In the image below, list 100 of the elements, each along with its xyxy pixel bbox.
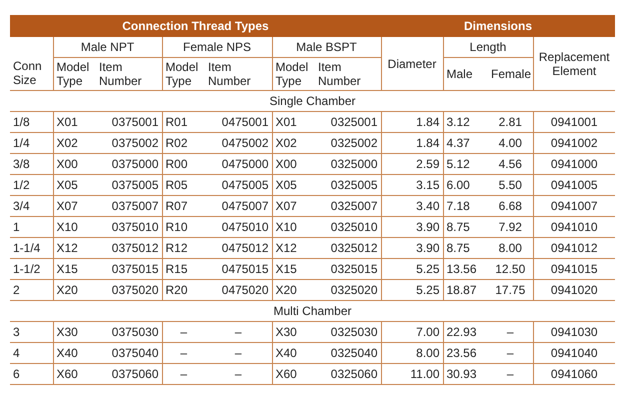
- table-cell: 0325007: [315, 196, 381, 216]
- table-cell: 0325020: [315, 280, 381, 300]
- table-cell: 0941020: [533, 280, 616, 300]
- column-header: Replacement Element: [533, 37, 616, 90]
- section-label: Single Chamber: [10, 90, 616, 112]
- table-cell: X01: [272, 112, 315, 132]
- table-cell: X15: [53, 258, 96, 280]
- table-cell: 0375001: [96, 112, 162, 132]
- table-cell: 11.00: [381, 364, 443, 384]
- table-cell: R07: [162, 196, 205, 216]
- table-cell: X60: [272, 364, 315, 384]
- table-cell: X07: [53, 196, 96, 216]
- table-cell: 8.75: [443, 216, 488, 238]
- table-cell: 0941012: [533, 238, 616, 258]
- table-cell: 3.12: [443, 112, 488, 132]
- table-cell: 6: [10, 364, 53, 384]
- table-cell: 0941060: [533, 364, 616, 384]
- table-cell: X20: [53, 280, 96, 300]
- table-cell: 0375005: [96, 174, 162, 196]
- table-cell: –: [162, 342, 205, 364]
- table-cell: 4.37: [443, 132, 488, 154]
- table-cell: 1.84: [381, 132, 443, 154]
- table-cell: 0475020: [205, 280, 272, 300]
- table-cell: R10: [162, 216, 205, 238]
- table-cell: 0325001: [315, 112, 381, 132]
- table-cell: X05: [272, 174, 315, 196]
- table-cell: 0325010: [315, 216, 381, 238]
- column-header: Model Type: [162, 58, 205, 90]
- table-cell: X20: [272, 280, 315, 300]
- table-cell: 0941001: [533, 112, 616, 132]
- table-cell: R05: [162, 174, 205, 196]
- table-cell: 8.00: [488, 238, 533, 258]
- table-cell: –: [205, 342, 272, 364]
- table-cell: 0325060: [315, 364, 381, 384]
- table-cell: 0475015: [205, 258, 272, 280]
- table-cell: –: [205, 322, 272, 342]
- table-cell: X10: [53, 216, 96, 238]
- group-header: Dimensions: [381, 15, 616, 37]
- table-cell: X30: [272, 322, 315, 342]
- column-header: Model Type: [272, 58, 315, 90]
- table-cell: X10: [272, 216, 315, 238]
- table-cell: 2.59: [381, 154, 443, 174]
- table-cell: 12.50: [488, 258, 533, 280]
- table-cell: 1: [10, 216, 53, 238]
- table-cell: X00: [272, 154, 315, 174]
- table-cell: X02: [272, 132, 315, 154]
- table-cell: 4: [10, 342, 53, 364]
- table-cell: 0475001: [205, 112, 272, 132]
- table-cell: 0375000: [96, 154, 162, 174]
- table-cell: 0375002: [96, 132, 162, 154]
- table-cell: 1/4: [10, 132, 53, 154]
- table-cell: 7.18: [443, 196, 488, 216]
- table-cell: 0475010: [205, 216, 272, 238]
- group-header: Connection Thread Types: [10, 15, 381, 37]
- table-cell: 0475007: [205, 196, 272, 216]
- table-cell: 0325005: [315, 174, 381, 196]
- column-header: Female: [488, 58, 533, 90]
- table-cell: 0325040: [315, 342, 381, 364]
- table-cell: 1-1/2: [10, 258, 53, 280]
- table-cell: 1/2: [10, 174, 53, 196]
- table-cell: 0941002: [533, 132, 616, 154]
- table-cell: –: [488, 322, 533, 342]
- table-cell: 0375012: [96, 238, 162, 258]
- table-cell: X01: [53, 112, 96, 132]
- table-cell: 0941030: [533, 322, 616, 342]
- table-cell: 1/8: [10, 112, 53, 132]
- table-cell: 0375020: [96, 280, 162, 300]
- table-cell: 18.87: [443, 280, 488, 300]
- table-cell: 17.75: [488, 280, 533, 300]
- table-cell: 0475012: [205, 238, 272, 258]
- table-cell: X12: [272, 238, 315, 258]
- table-cell: 0475005: [205, 174, 272, 196]
- table-cell: 8.00: [381, 342, 443, 364]
- table-cell: 0375015: [96, 258, 162, 280]
- table-cell: X12: [53, 238, 96, 258]
- table-cell: –: [488, 342, 533, 364]
- table-cell: 3.90: [381, 216, 443, 238]
- table-cell: 0325015: [315, 258, 381, 280]
- column-header: Male: [443, 58, 488, 90]
- table-cell: –: [162, 322, 205, 342]
- table-cell: 8.75: [443, 238, 488, 258]
- table-cell: 5.12: [443, 154, 488, 174]
- table-cell: 0375030: [96, 322, 162, 342]
- column-header: Conn Size: [10, 37, 53, 90]
- table-cell: 0941010: [533, 216, 616, 238]
- table-cell: 3: [10, 322, 53, 342]
- table-cell: 22.93: [443, 322, 488, 342]
- table-cell: 0941040: [533, 342, 616, 364]
- table-cell: 0325030: [315, 322, 381, 342]
- table-cell: 4.56: [488, 154, 533, 174]
- table-cell: X07: [272, 196, 315, 216]
- table-cell: 6.00: [443, 174, 488, 196]
- column-header: Diameter: [381, 37, 443, 90]
- table-cell: 0941007: [533, 196, 616, 216]
- table-cell: –: [162, 364, 205, 384]
- table-cell: 3.15: [381, 174, 443, 196]
- table-cell: –: [205, 364, 272, 384]
- table-cell: 4.00: [488, 132, 533, 154]
- table-cell: 3/4: [10, 196, 53, 216]
- table-cell: X15: [272, 258, 315, 280]
